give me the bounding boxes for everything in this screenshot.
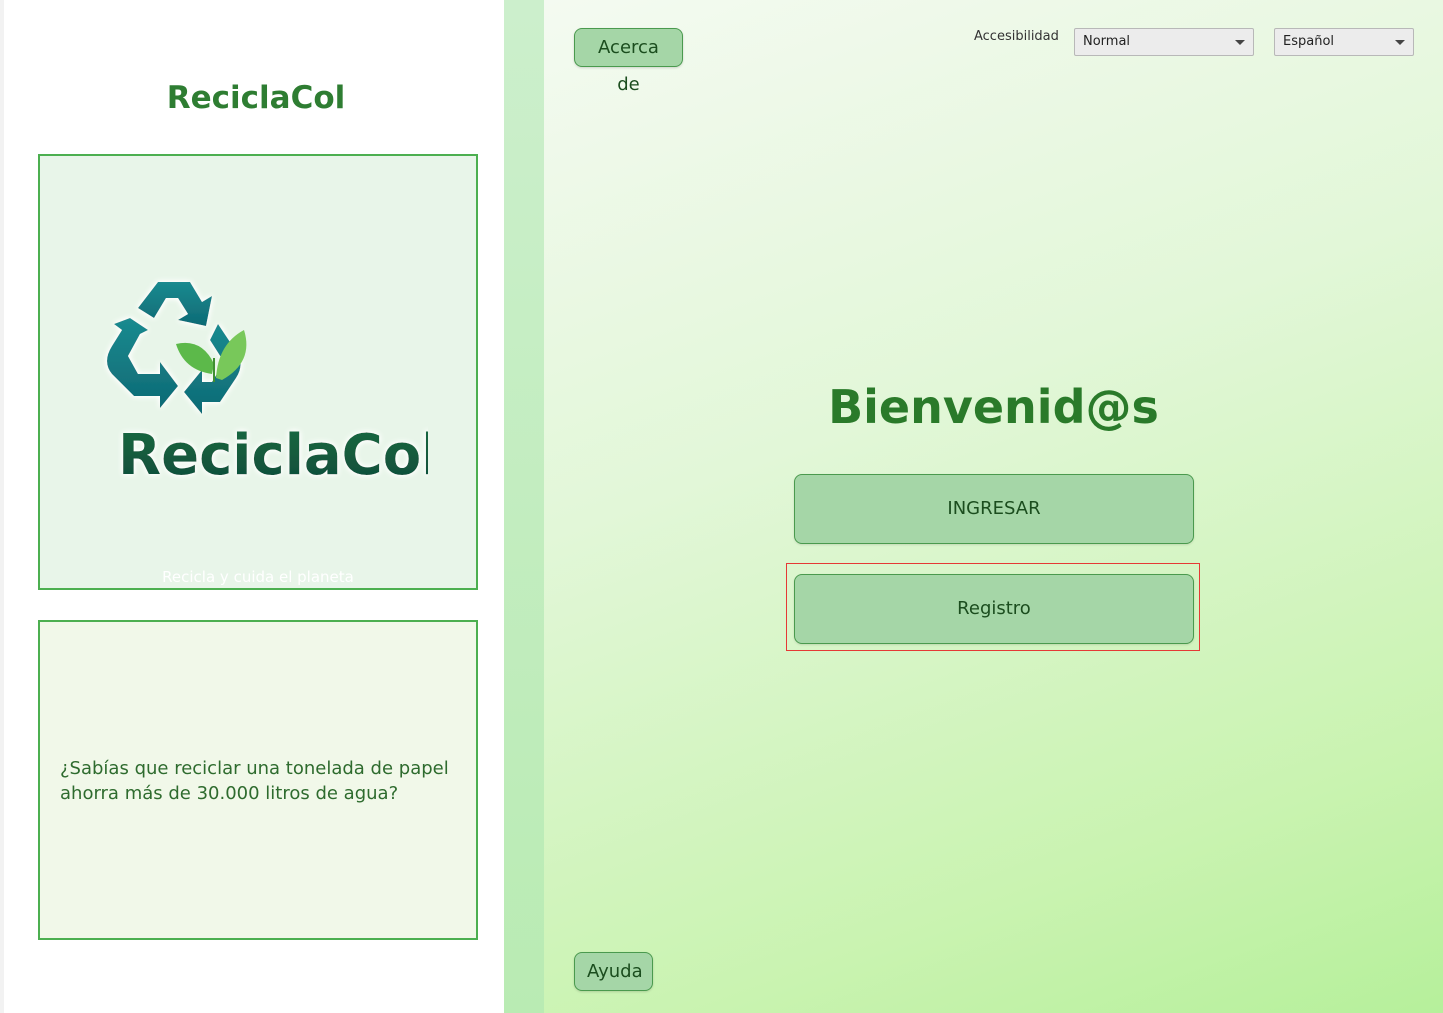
recycle-icon bbox=[107, 282, 241, 414]
login-button[interactable]: INGRESAR bbox=[794, 474, 1194, 544]
language-select[interactable]: Español bbox=[1274, 28, 1414, 56]
accessibility-select-value: Normal bbox=[1083, 34, 1131, 49]
fact-card: ¿Sabías que reciclar una tonelada de pap… bbox=[38, 620, 478, 940]
register-button[interactable]: Registro bbox=[794, 574, 1194, 644]
about-button[interactable]: Acerca de bbox=[574, 28, 683, 95]
welcome-heading: Bienvenid@s bbox=[828, 380, 1159, 434]
accessibility-label: Accesibilidad bbox=[974, 29, 1059, 44]
left-panel: ReciclaCol ReciclaCol Recicla y cuida el… bbox=[0, 0, 504, 1013]
help-button[interactable]: Ayuda bbox=[574, 952, 653, 991]
chevron-down-icon bbox=[1395, 40, 1405, 45]
accessibility-select[interactable]: Normal bbox=[1074, 28, 1254, 56]
logo-card: ReciclaCol Recicla y cuida el planeta bbox=[38, 154, 478, 590]
main-area: Acerca de Accesibilidad Normal Español B… bbox=[544, 0, 1443, 1013]
chevron-down-icon bbox=[1235, 40, 1245, 45]
app-title: ReciclaCol bbox=[166, 80, 346, 116]
fact-text: ¿Sabías que reciclar una tonelada de pap… bbox=[60, 758, 449, 804]
language-select-value: Español bbox=[1283, 34, 1335, 49]
divider-strip bbox=[504, 0, 544, 1013]
tagline: Recicla y cuida el planeta bbox=[162, 568, 354, 586]
app-window: ReciclaCol ReciclaCol Recicla y cuida el… bbox=[0, 0, 1443, 1013]
logo-wordmark: ReciclaCol bbox=[118, 423, 428, 484]
reciclacol-logo: ReciclaCol bbox=[107, 282, 428, 484]
